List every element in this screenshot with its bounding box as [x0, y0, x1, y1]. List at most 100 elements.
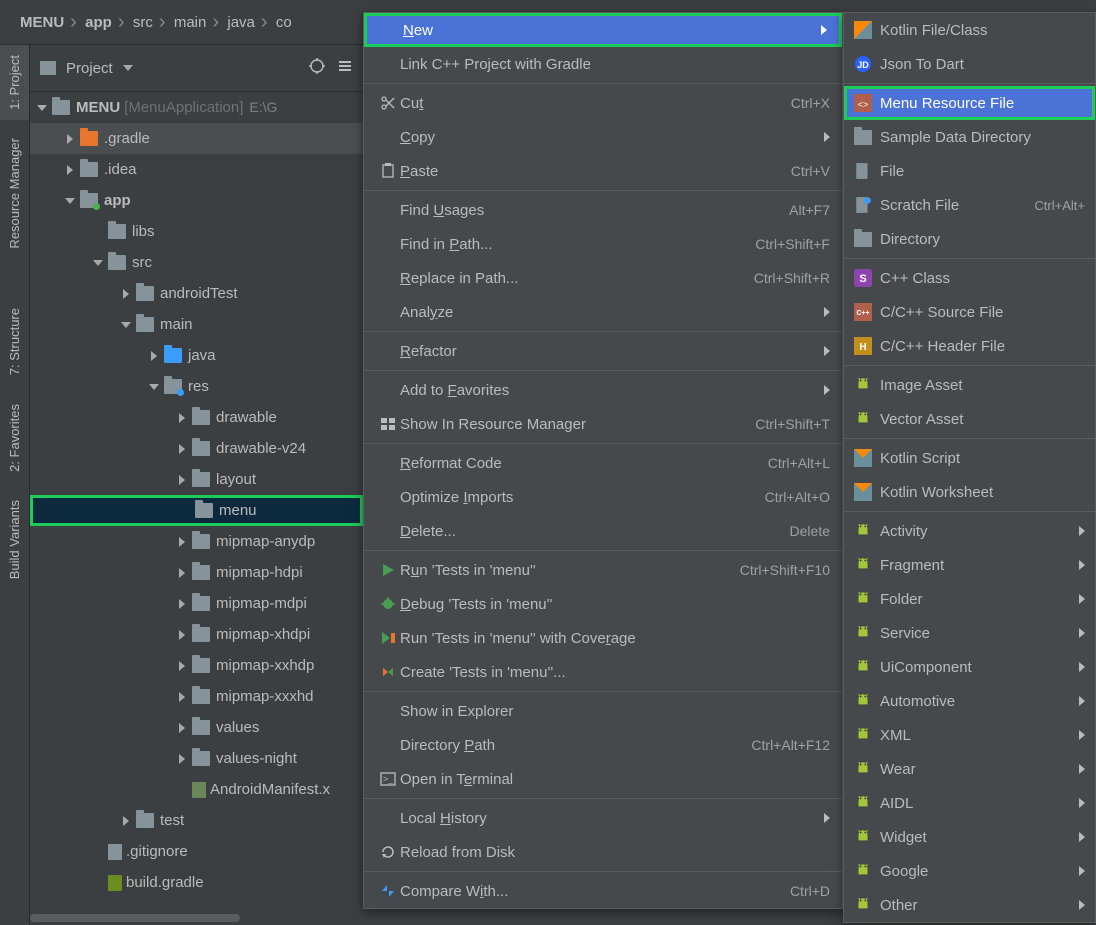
submenu-item-service[interactable]: Service: [844, 616, 1095, 650]
expand-arrow-icon[interactable]: [176, 412, 188, 424]
breadcrumb-item[interactable]: app: [79, 14, 118, 31]
menu-item-cut[interactable]: CutCtrl+X: [364, 86, 842, 120]
expand-arrow-icon[interactable]: [176, 567, 188, 579]
tree-item--gradle[interactable]: .gradle: [30, 123, 363, 154]
submenu-item-uicomponent[interactable]: UiComponent: [844, 650, 1095, 684]
tree-item-build-gradle[interactable]: build.gradle: [30, 867, 363, 898]
tree-item-values[interactable]: values: [30, 712, 363, 743]
submenu-item-c-c---header-file[interactable]: HC/C++ Header File: [844, 329, 1095, 363]
menu-item-refactor[interactable]: Refactor: [364, 334, 842, 368]
submenu-item-sample-data-directory[interactable]: Sample Data Directory: [844, 120, 1095, 154]
tree-item-mipmap-xhdpi[interactable]: mipmap-xhdpi: [30, 619, 363, 650]
submenu-item-google[interactable]: Google: [844, 854, 1095, 888]
expand-arrow-icon[interactable]: [120, 815, 132, 827]
menu-item-debug--tests-in--menu--[interactable]: Debug 'Tests in 'menu'': [364, 587, 842, 621]
rail-tab-resource-manager[interactable]: Resource Manager: [0, 128, 29, 259]
menu-item-reformat-code[interactable]: Reformat CodeCtrl+Alt+L: [364, 446, 842, 480]
tree-item-java[interactable]: java: [30, 340, 363, 371]
expand-arrow-icon[interactable]: [176, 598, 188, 610]
tree-root[interactable]: MENU[MenuApplication]E:\G: [30, 92, 363, 123]
submenu-item-other[interactable]: Other: [844, 888, 1095, 922]
submenu-item-xml[interactable]: XML: [844, 718, 1095, 752]
expand-arrow-icon[interactable]: [120, 319, 132, 331]
settings-icon[interactable]: [337, 58, 353, 79]
tree-item-main[interactable]: main: [30, 309, 363, 340]
menu-item-local-history[interactable]: Local History: [364, 801, 842, 835]
expand-arrow-icon[interactable]: [176, 753, 188, 765]
submenu-item-vector-asset[interactable]: Vector Asset: [844, 402, 1095, 436]
menu-item-add-to-favorites[interactable]: Add to Favorites: [364, 373, 842, 407]
submenu-item-folder[interactable]: Folder: [844, 582, 1095, 616]
breadcrumb-item[interactable]: co: [270, 14, 298, 31]
menu-item-reload-from-disk[interactable]: Reload from Disk: [364, 835, 842, 869]
submenu-item-fragment[interactable]: Fragment: [844, 548, 1095, 582]
tree-item-drawable[interactable]: drawable: [30, 402, 363, 433]
expand-arrow-icon[interactable]: [176, 691, 188, 703]
tree-item--idea[interactable]: .idea: [30, 154, 363, 185]
horizontal-scrollbar[interactable]: [30, 911, 363, 925]
menu-item-find-in-path---[interactable]: Find in Path...Ctrl+Shift+F: [364, 227, 842, 261]
expand-arrow-icon[interactable]: [148, 381, 160, 393]
submenu-item-kotlin-script[interactable]: Kotlin Script: [844, 441, 1095, 475]
expand-arrow-icon[interactable]: [148, 350, 160, 362]
tree-item-values-night[interactable]: values-night: [30, 743, 363, 774]
breadcrumb-item[interactable]: src: [127, 14, 159, 31]
rail-tab-structure[interactable]: 7: Structure: [0, 298, 29, 385]
menu-item-paste[interactable]: PasteCtrl+V: [364, 154, 842, 188]
tree-item-libs[interactable]: libs: [30, 216, 363, 247]
submenu-item-c---class[interactable]: SC++ Class: [844, 261, 1095, 295]
tree-item-mipmap-anydp[interactable]: mipmap-anydp: [30, 526, 363, 557]
expand-arrow-icon[interactable]: [176, 443, 188, 455]
expand-arrow-icon[interactable]: [64, 164, 76, 176]
project-view-selector[interactable]: Project: [66, 60, 113, 77]
tree-item-mipmap-xxhdp[interactable]: mipmap-xxhdp: [30, 650, 363, 681]
tree-item-drawable-v24[interactable]: drawable-v24: [30, 433, 363, 464]
submenu-item-directory[interactable]: Directory: [844, 222, 1095, 256]
menu-item-new[interactable]: New: [364, 13, 842, 47]
tree-item-mipmap-hdpi[interactable]: mipmap-hdpi: [30, 557, 363, 588]
submenu-item-kotlin-file-class[interactable]: Kotlin File/Class: [844, 13, 1095, 47]
locate-icon[interactable]: [309, 58, 325, 79]
menu-item-run--tests-in--menu---with-coverage[interactable]: Run 'Tests in 'menu'' with Coverage: [364, 621, 842, 655]
tree-item-androidtest[interactable]: androidTest: [30, 278, 363, 309]
tree-item-menu[interactable]: menu: [30, 495, 363, 526]
submenu-item-c-c---source-file[interactable]: C++C/C++ Source File: [844, 295, 1095, 329]
tree-item-mipmap-xxxhd[interactable]: mipmap-xxxhd: [30, 681, 363, 712]
menu-item-open-in-terminal[interactable]: >_Open in Terminal: [364, 762, 842, 796]
submenu-item-file[interactable]: File: [844, 154, 1095, 188]
menu-item-compare-with---[interactable]: Compare With...Ctrl+D: [364, 874, 842, 908]
breadcrumb-item[interactable]: main: [168, 14, 213, 31]
expand-arrow-icon[interactable]: [176, 474, 188, 486]
submenu-item-json-to-dart[interactable]: JDJson To Dart: [844, 47, 1095, 81]
project-tree[interactable]: MENU[MenuApplication]E:\G.gradle.ideaapp…: [30, 92, 363, 925]
menu-item-show-in-resource-manager[interactable]: Show In Resource ManagerCtrl+Shift+T: [364, 407, 842, 441]
tree-item-test[interactable]: test: [30, 805, 363, 836]
tree-item-src[interactable]: src: [30, 247, 363, 278]
menu-item-show-in-explorer[interactable]: Show in Explorer: [364, 694, 842, 728]
rail-tab-build-variants[interactable]: Build Variants: [0, 490, 29, 589]
menu-item-replace-in-path---[interactable]: Replace in Path...Ctrl+Shift+R: [364, 261, 842, 295]
expand-arrow-icon[interactable]: [176, 722, 188, 734]
menu-item-directory-path[interactable]: Directory PathCtrl+Alt+F12: [364, 728, 842, 762]
submenu-item-widget[interactable]: Widget: [844, 820, 1095, 854]
tree-item-mipmap-mdpi[interactable]: mipmap-mdpi: [30, 588, 363, 619]
menu-item-optimize-imports[interactable]: Optimize ImportsCtrl+Alt+O: [364, 480, 842, 514]
expand-arrow-icon[interactable]: [92, 257, 104, 269]
expand-arrow-icon[interactable]: [120, 288, 132, 300]
expand-arrow-icon[interactable]: [176, 660, 188, 672]
menu-item-create--tests-in--menu-----[interactable]: Create 'Tests in 'menu''...: [364, 655, 842, 689]
tree-item-res[interactable]: res: [30, 371, 363, 402]
expand-arrow-icon[interactable]: [176, 536, 188, 548]
rail-tab-project[interactable]: 1: Project: [0, 45, 29, 120]
menu-item-find-usages[interactable]: Find UsagesAlt+F7: [364, 193, 842, 227]
menu-item-link-c---project-with-gradle[interactable]: Link C++ Project with Gradle: [364, 47, 842, 81]
submenu-item-menu-resource-file[interactable]: <>Menu Resource File: [844, 86, 1095, 120]
tree-item-app[interactable]: app: [30, 185, 363, 216]
submenu-item-activity[interactable]: Activity: [844, 514, 1095, 548]
expand-arrow-icon[interactable]: [64, 195, 76, 207]
breadcrumb-item[interactable]: java: [221, 14, 261, 31]
expand-arrow-icon[interactable]: [64, 133, 76, 145]
expand-arrow-icon[interactable]: [36, 102, 48, 114]
submenu-item-aidl[interactable]: AIDL: [844, 786, 1095, 820]
tree-item--gitignore[interactable]: .gitignore: [30, 836, 363, 867]
